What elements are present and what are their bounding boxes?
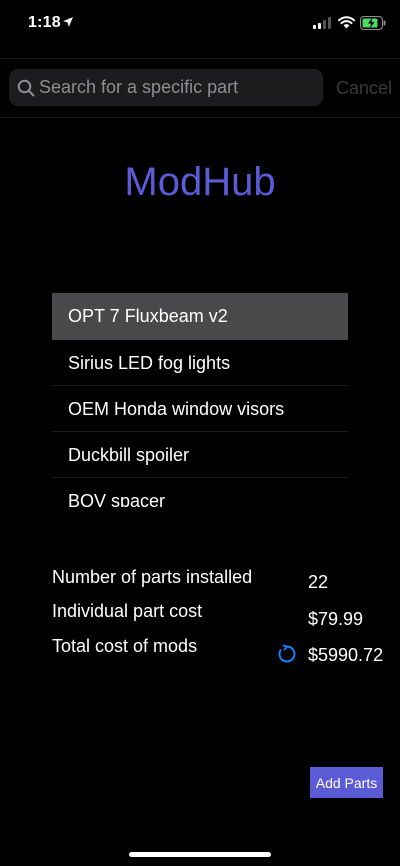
parts-installed-label: Number of parts installed	[52, 567, 253, 587]
home-indicator	[129, 852, 271, 857]
part-item-duckbill-spoiler[interactable]: Duckbill spoiler	[52, 432, 348, 478]
app-title: ModHub	[124, 160, 276, 204]
wifi-icon	[338, 16, 355, 29]
search-field[interactable]	[9, 69, 323, 106]
parts-list[interactable]: OPT 7 Fluxbeam v2 Sirius LED fog lights …	[52, 293, 348, 507]
status-bar: 1:18	[0, 0, 400, 50]
search-icon	[17, 79, 35, 97]
search-input[interactable]	[39, 69, 317, 106]
total-cost-value: $5990.72	[308, 645, 384, 665]
search-bar: Cancel	[0, 58, 400, 118]
total-cost-label: Total cost of mods	[52, 636, 198, 656]
part-item-opt7-fluxbeam[interactable]: OPT 7 Fluxbeam v2	[52, 293, 348, 340]
cellular-signal-icon	[313, 17, 331, 29]
battery-charging-icon	[360, 16, 386, 30]
part-item-honda-window-visors[interactable]: OEM Honda window visors	[52, 386, 348, 432]
cancel-button[interactable]: Cancel	[336, 78, 392, 99]
parts-installed-value: 22	[308, 572, 329, 592]
refresh-spinner-icon[interactable]	[277, 644, 297, 664]
part-item-bov-spacer[interactable]: BOV spacer	[52, 478, 348, 507]
status-time: 1:18	[28, 14, 61, 31]
part-cost-label: Individual part cost	[52, 601, 203, 621]
part-item-sirius-fog-lights[interactable]: Sirius LED fog lights	[52, 340, 348, 386]
add-parts-button[interactable]: Add Parts	[310, 767, 383, 798]
part-cost-value: $79.99	[308, 609, 364, 629]
location-arrow-icon	[63, 17, 73, 27]
